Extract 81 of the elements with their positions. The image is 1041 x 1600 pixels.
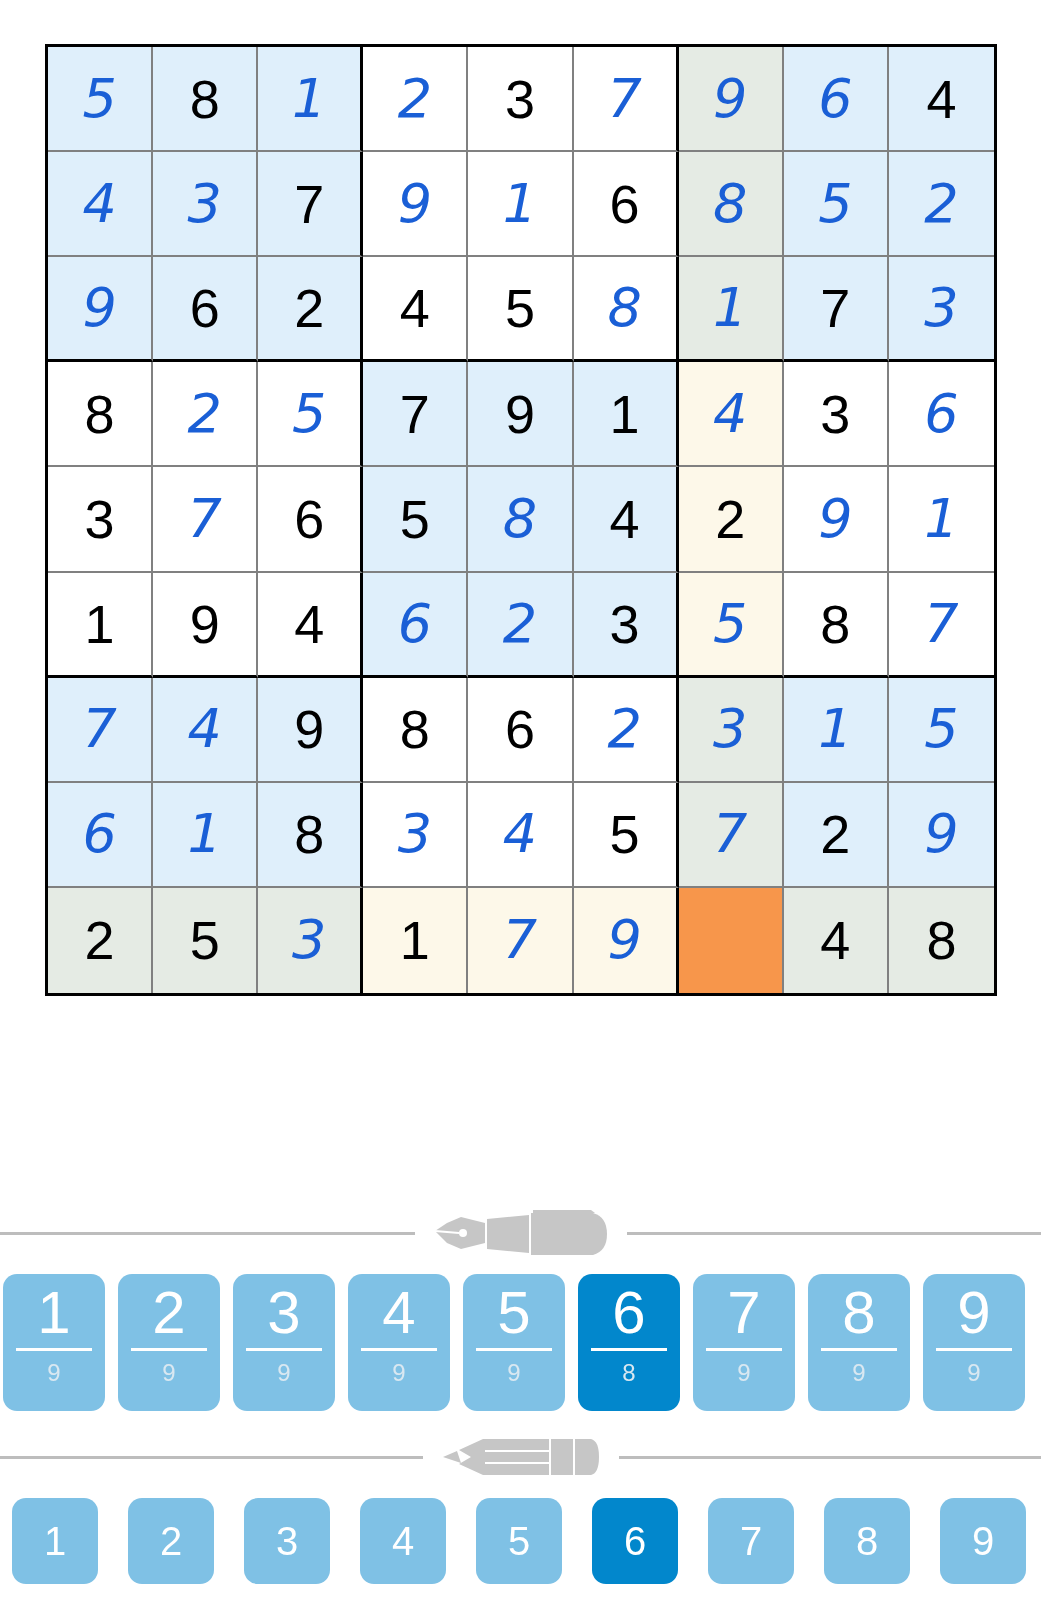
sudoku-cell[interactable]: 9 [468, 362, 574, 468]
sudoku-cell[interactable]: 5 [573, 782, 679, 888]
sudoku-cell[interactable]: 4 [573, 467, 679, 573]
sudoku-cell[interactable]: 3 [468, 47, 574, 153]
sudoku-cell[interactable]: 9 [573, 887, 679, 993]
sudoku-cell[interactable]: 8 [48, 362, 154, 468]
sudoku-cell[interactable]: 8 [783, 572, 889, 678]
sudoku-cell[interactable]: 1 [678, 257, 784, 363]
sudoku-cell[interactable]: 7 [573, 47, 679, 153]
sudoku-cell[interactable]: 5 [48, 47, 154, 153]
sudoku-cell[interactable]: 8 [363, 677, 469, 783]
sudoku-cell[interactable]: 7 [48, 677, 154, 783]
sudoku-cell[interactable]: 9 [153, 572, 259, 678]
sudoku-cell[interactable]: 2 [363, 47, 469, 153]
sudoku-cell[interactable]: 8 [258, 782, 364, 888]
sudoku-cell[interactable]: 7 [783, 257, 889, 363]
sudoku-cell[interactable]: 8 [468, 467, 574, 573]
sudoku-cell[interactable]: 1 [153, 782, 259, 888]
sudoku-cell[interactable]: 7 [363, 362, 469, 468]
sudoku-cell[interactable]: 9 [258, 677, 364, 783]
sudoku-cell[interactable]: 9 [363, 152, 469, 258]
sudoku-cell[interactable]: 5 [678, 572, 784, 678]
sudoku-cell[interactable]: 3 [48, 467, 154, 573]
sudoku-cell[interactable]: 7 [678, 782, 784, 888]
sudoku-cell[interactable]: 4 [258, 572, 364, 678]
sudoku-cell[interactable]: 4 [783, 887, 889, 993]
sudoku-cell[interactable]: 7 [258, 152, 364, 258]
sudoku-cell[interactable]: 4 [888, 47, 994, 153]
sudoku-cell[interactable]: 1 [783, 677, 889, 783]
sudoku-cell[interactable]: 8 [678, 152, 784, 258]
sudoku-cell[interactable]: 6 [363, 572, 469, 678]
sudoku-cell[interactable]: 9 [678, 47, 784, 153]
sudoku-cell[interactable]: 5 [468, 257, 574, 363]
sudoku-cell[interactable]: 3 [573, 572, 679, 678]
sudoku-cell[interactable]: 8 [573, 257, 679, 363]
sudoku-cell[interactable]: 8 [888, 887, 994, 993]
sudoku-cell[interactable]: 4 [153, 677, 259, 783]
sudoku-cell[interactable]: 3 [888, 257, 994, 363]
sudoku-cell[interactable]: 1 [363, 887, 469, 993]
sudoku-cell[interactable]: 6 [573, 152, 679, 258]
sudoku-cell[interactable] [678, 887, 784, 993]
sudoku-cell[interactable]: 5 [363, 467, 469, 573]
sudoku-cell[interactable]: 2 [258, 257, 364, 363]
sudoku-cell[interactable]: 3 [153, 152, 259, 258]
sudoku-cell[interactable]: 6 [48, 782, 154, 888]
sudoku-cell[interactable]: 3 [258, 887, 364, 993]
sudoku-cell[interactable]: 3 [363, 782, 469, 888]
note-button[interactable]: 6 [592, 1498, 678, 1584]
sudoku-cell[interactable]: 6 [258, 467, 364, 573]
sudoku-cell[interactable]: 1 [258, 47, 364, 153]
sudoku-cell[interactable]: 5 [888, 677, 994, 783]
sudoku-cell[interactable]: 1 [468, 152, 574, 258]
sudoku-cell[interactable]: 3 [783, 362, 889, 468]
sudoku-cell[interactable]: 2 [573, 677, 679, 783]
sudoku-cell[interactable]: 2 [783, 782, 889, 888]
pen-icon [432, 1209, 609, 1257]
sudoku-cell[interactable]: 6 [153, 257, 259, 363]
sudoku-cell[interactable]: 7 [153, 467, 259, 573]
sudoku-cell[interactable]: 2 [48, 887, 154, 993]
sudoku-cell[interactable]: 2 [888, 152, 994, 258]
sudoku-cell[interactable]: 3 [678, 677, 784, 783]
sudoku-cell[interactable]: 7 [468, 887, 574, 993]
sudoku-cell[interactable]: 4 [468, 782, 574, 888]
sudoku-cell[interactable]: 9 [48, 257, 154, 363]
sudoku-cell[interactable]: 5 [783, 152, 889, 258]
sudoku-cell[interactable]: 9 [888, 782, 994, 888]
sudoku-cell[interactable]: 9 [783, 467, 889, 573]
sudoku-cell[interactable]: 2 [153, 362, 259, 468]
sudoku-cell[interactable]: 4 [363, 257, 469, 363]
number-button[interactable]: 6 8 [578, 1274, 680, 1411]
sudoku-cell[interactable]: 6 [783, 47, 889, 153]
sudoku-cell[interactable]: 4 [48, 152, 154, 258]
sudoku-cell[interactable]: 4 [678, 362, 784, 468]
sudoku-cell[interactable]: 5 [153, 887, 259, 993]
sudoku-cell[interactable]: 6 [468, 677, 574, 783]
sudoku-cell[interactable]: 5 [258, 362, 364, 468]
sudoku-cell[interactable]: 1 [573, 362, 679, 468]
sudoku-cell[interactable]: 2 [468, 572, 574, 678]
sudoku-cell[interactable]: 8 [153, 47, 259, 153]
sudoku-cell[interactable]: 2 [678, 467, 784, 573]
sudoku-cell[interactable]: 1 [48, 572, 154, 678]
